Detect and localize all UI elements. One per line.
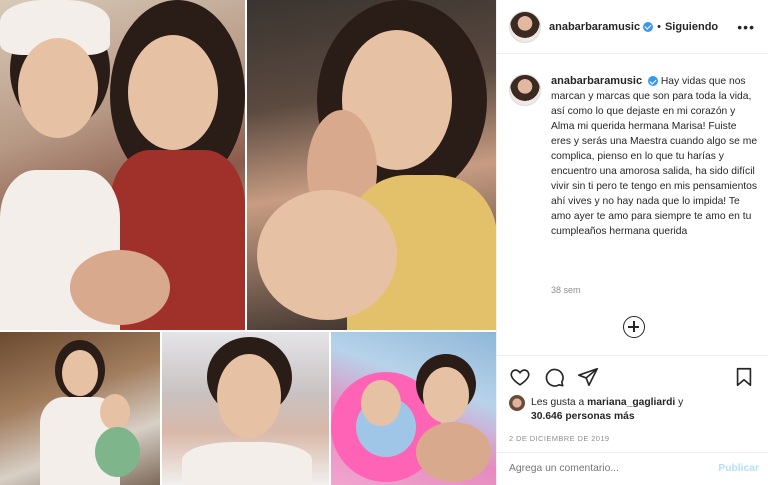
heart-icon[interactable]	[509, 366, 531, 388]
liker-avatar[interactable]	[509, 395, 525, 411]
instagram-post: anabarbaramusic • Siguiendo ••• anabarba…	[0, 0, 768, 485]
likes-suffix: y	[678, 397, 684, 408]
post-header: anabarbaramusic • Siguiendo •••	[497, 0, 768, 54]
separator-dot: •	[657, 20, 661, 33]
photo-woman-smiling	[247, 0, 496, 330]
following-button[interactable]: Siguiendo	[665, 21, 718, 33]
comment-bar: Publicar	[497, 452, 768, 485]
post-actions-section: Les gusta a mariana_gagliardi y 30.646 p…	[497, 355, 768, 485]
photo-girl-holding-baby	[0, 332, 160, 485]
bookmark-icon[interactable]	[733, 366, 755, 388]
add-comment-icon[interactable]	[623, 316, 645, 338]
likes-prefix: Les gusta a	[531, 397, 585, 408]
photo-two-women-with-baby	[0, 0, 245, 330]
caption-avatar[interactable]	[509, 74, 541, 106]
comment-icon[interactable]	[543, 366, 565, 388]
header-username[interactable]: anabarbaramusic	[549, 21, 640, 33]
caption-text-block: anabarbaramusic Hay vidas que nos marcan…	[551, 74, 759, 239]
caption-username[interactable]: anabarbaramusic	[551, 75, 642, 87]
likes-summary: Les gusta a mariana_gagliardi y 30.646 p…	[509, 395, 683, 424]
post-age: 38 sem	[551, 285, 581, 295]
likes-text: Les gusta a mariana_gagliardi y 30.646 p…	[531, 396, 683, 424]
photo-girls-in-pool	[331, 332, 496, 485]
verified-badge-icon	[643, 21, 654, 32]
action-icons	[509, 366, 599, 388]
caption-body: Hay vidas que nos marcan y marcas que so…	[551, 76, 758, 237]
caption-verified-badge-icon	[647, 76, 658, 87]
share-icon[interactable]	[577, 366, 599, 388]
more-options-icon[interactable]: •••	[737, 19, 755, 35]
profile-avatar[interactable]	[509, 10, 541, 43]
post-image-collage[interactable]	[0, 0, 496, 485]
post-caption: anabarbaramusic Hay vidas que nos marcan…	[509, 74, 759, 239]
publish-button[interactable]: Publicar	[718, 463, 759, 474]
liker-username[interactable]: mariana_gagliardi	[587, 397, 675, 408]
post-side-panel: anabarbaramusic • Siguiendo ••• anabarba…	[496, 0, 768, 485]
likes-count[interactable]: 30.646 personas más	[531, 411, 635, 422]
comment-input[interactable]	[509, 463, 699, 474]
photo-bride-portrait	[162, 332, 329, 485]
post-date: 2 DE DICIEMBRE DE 2019	[509, 434, 610, 443]
